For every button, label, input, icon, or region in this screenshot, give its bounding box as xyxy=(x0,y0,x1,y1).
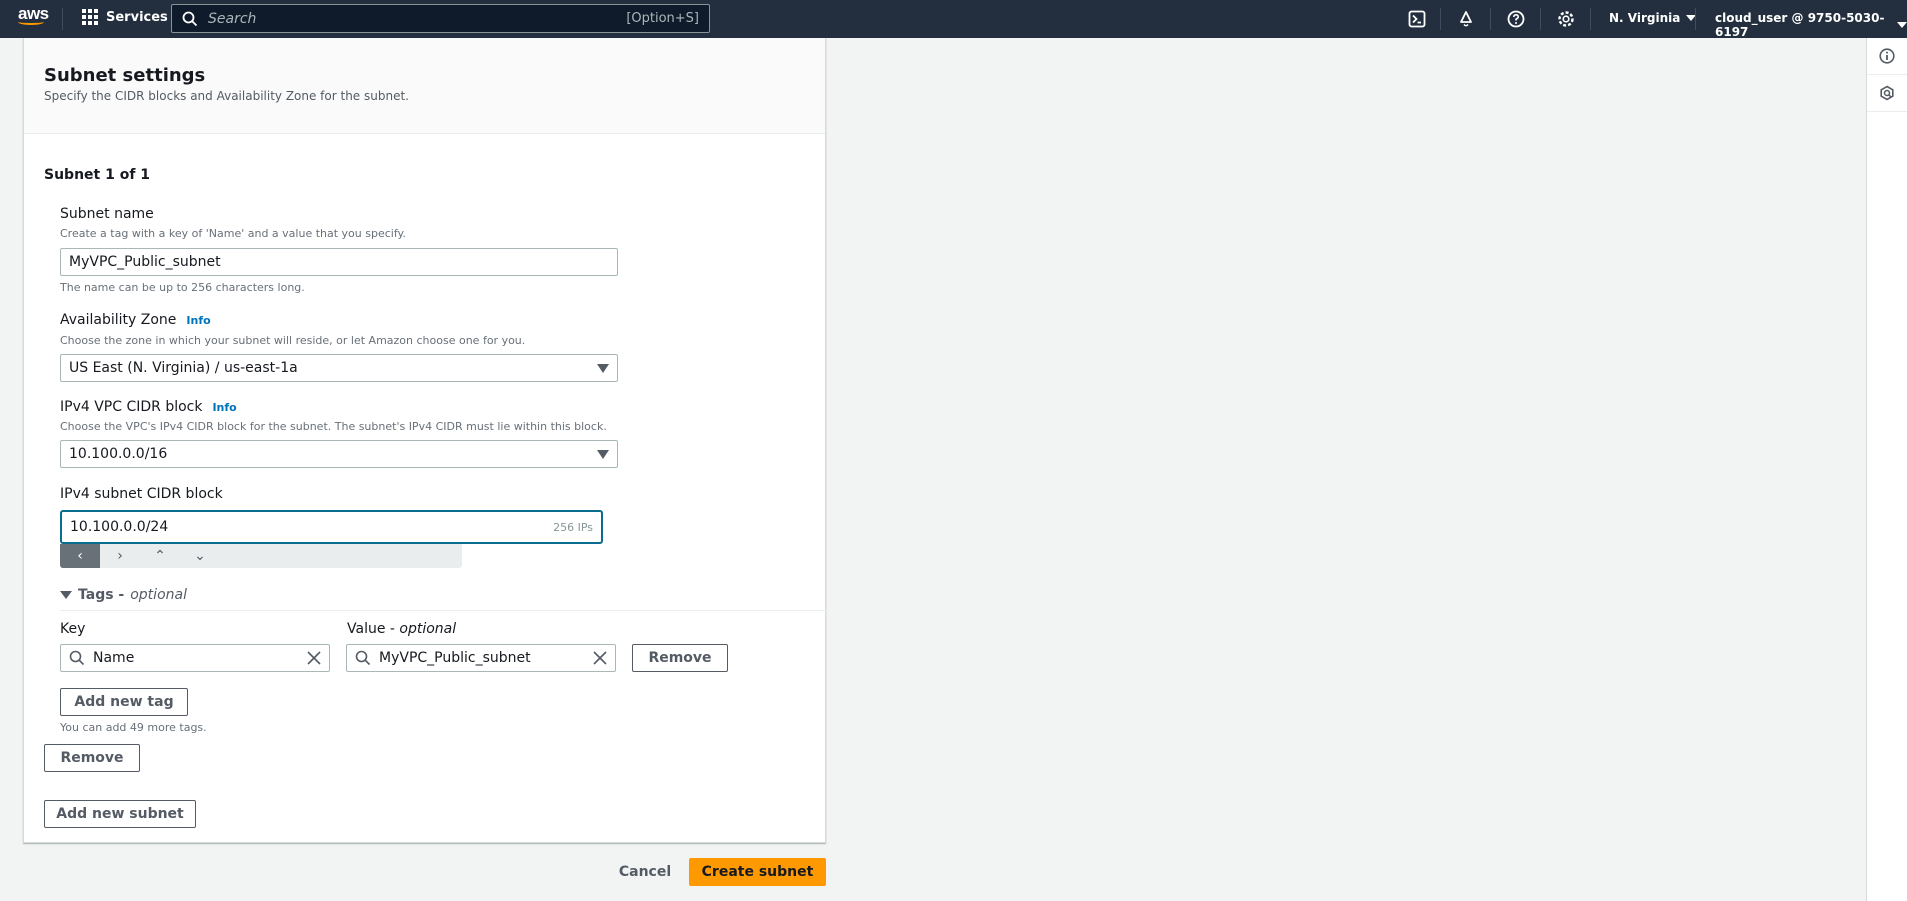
availability-zone-select[interactable]: US East (N. Virginia) / us-east-1a xyxy=(60,354,618,382)
tags-heading: Tags - xyxy=(78,587,125,603)
create-subnet-button[interactable]: Create subnet xyxy=(689,858,826,886)
availability-zone-description: Choose the zone in which your subnet wil… xyxy=(60,334,526,347)
availability-zone-caret-icon xyxy=(597,363,609,373)
tag-key-field[interactable] xyxy=(60,644,330,672)
remove-tag-button[interactable]: Remove xyxy=(632,644,728,672)
subnet-ip-count: 256 IPs xyxy=(553,520,593,534)
subnet-settings-panel: Subnet settings Specify the CIDR blocks … xyxy=(23,38,827,843)
vpc-cidr-value: 10.100.0.0/16 xyxy=(69,446,168,462)
nav-divider xyxy=(1540,8,1541,30)
feedback-panel-button[interactable] xyxy=(1867,75,1907,112)
subnet-cidr-input[interactable] xyxy=(70,519,554,535)
vpc-cidr-select[interactable]: 10.100.0.0/16 xyxy=(60,440,618,468)
tag-value-field[interactable] xyxy=(346,644,616,672)
tag-key-input[interactable] xyxy=(93,650,307,666)
tags-section-toggle[interactable]: Tags - optional xyxy=(60,587,187,603)
top-navigation: aws Services [Option+S] N. Virginia clou… xyxy=(0,0,1907,39)
panel-header: Subnet settings Specify the CIDR blocks … xyxy=(24,38,825,134)
search-shortcut: [Option+S] xyxy=(626,11,699,26)
notifications-icon xyxy=(1460,11,1472,27)
subnet-cidr-field[interactable]: 256 IPs xyxy=(60,510,603,544)
remove-subnet-button[interactable]: Remove xyxy=(44,744,140,772)
subnet-cidr-label: IPv4 subnet CIDR block xyxy=(60,486,223,502)
side-navigation-collapsed xyxy=(0,38,23,901)
vpc-cidr-label-row: IPv4 VPC CIDR block Info xyxy=(60,399,237,415)
notifications-button[interactable] xyxy=(1455,8,1477,30)
availability-zone-value: US East (N. Virginia) / us-east-1a xyxy=(69,360,298,376)
nav-divider xyxy=(1695,8,1696,30)
services-grid-icon xyxy=(82,9,98,25)
subnet-name-constraint: The name can be up to 256 characters lon… xyxy=(60,281,305,294)
expand-caret-icon xyxy=(60,591,72,599)
search-icon xyxy=(355,650,371,666)
availability-zone-label-row: Availability Zone Info xyxy=(60,312,211,328)
cidr-octet-nav-bar: ‹ › ⌃ ⌄ xyxy=(60,544,462,568)
tags-optional-label: optional xyxy=(130,587,187,603)
clear-value-icon[interactable] xyxy=(593,651,607,665)
octet-prev-button[interactable]: ‹ xyxy=(60,544,100,568)
subnet-name-label: Subnet name xyxy=(60,206,154,222)
octet-decrement-button[interactable]: ⌄ xyxy=(180,544,220,568)
cloudshell-icon xyxy=(1408,10,1426,28)
availability-zone-info-link[interactable]: Info xyxy=(186,314,210,327)
help-button[interactable] xyxy=(1505,8,1527,30)
vpc-cidr-description: Choose the VPC's IPv4 CIDR block for the… xyxy=(60,420,607,433)
subnet-name-field[interactable] xyxy=(60,248,618,276)
services-menu-button[interactable]: Services xyxy=(82,9,168,25)
search-icon xyxy=(69,650,85,666)
region-selector[interactable]: N. Virginia xyxy=(1609,11,1697,25)
tag-value-label: Value - optional xyxy=(347,621,457,637)
tag-key-label: Key xyxy=(60,621,86,637)
aws-logo[interactable]: aws xyxy=(18,5,52,33)
help-icon xyxy=(1507,10,1525,28)
cloudshell-button[interactable] xyxy=(1406,8,1428,30)
octet-increment-button[interactable]: ⌃ xyxy=(140,544,180,568)
nav-divider xyxy=(1440,8,1441,30)
vpc-cidr-label: IPv4 VPC CIDR block xyxy=(60,399,203,415)
settings-icon xyxy=(1558,11,1574,27)
vpc-cidr-caret-icon xyxy=(597,449,609,459)
add-new-subnet-button[interactable]: Add new subnet xyxy=(44,800,196,828)
feedback-icon xyxy=(1880,85,1894,101)
nav-divider xyxy=(1590,8,1591,30)
tags-divider xyxy=(60,610,827,611)
tag-value-input[interactable] xyxy=(379,650,593,666)
subnet-count: Subnet 1 of 1 xyxy=(44,167,151,183)
octet-next-button[interactable]: › xyxy=(100,544,140,568)
nav-divider xyxy=(62,8,63,30)
account-menu[interactable]: cloud_user @ 9750-5030-6197 xyxy=(1715,11,1907,39)
right-tools-rail xyxy=(1866,38,1907,901)
settings-button[interactable] xyxy=(1555,8,1577,30)
nav-divider xyxy=(1490,8,1491,30)
panel-description: Specify the CIDR blocks and Availability… xyxy=(44,89,409,103)
add-new-tag-button[interactable]: Add new tag xyxy=(60,688,188,716)
search-input[interactable] xyxy=(208,10,627,27)
tags-remaining-hint: You can add 49 more tags. xyxy=(60,721,207,734)
info-icon xyxy=(1879,48,1895,64)
search-box[interactable]: [Option+S] xyxy=(171,4,710,33)
search-icon xyxy=(182,11,198,26)
cancel-button[interactable]: Cancel xyxy=(612,858,678,886)
clear-key-icon[interactable] xyxy=(307,651,321,665)
info-panel-button[interactable] xyxy=(1867,38,1907,75)
subnet-name-input[interactable] xyxy=(69,254,609,270)
vpc-cidr-info-link[interactable]: Info xyxy=(212,401,236,414)
panel-title: Subnet settings xyxy=(44,65,206,86)
subnet-name-description: Create a tag with a key of 'Name' and a … xyxy=(60,227,406,240)
account-caret-icon xyxy=(1897,22,1907,28)
availability-zone-label: Availability Zone xyxy=(60,312,177,328)
